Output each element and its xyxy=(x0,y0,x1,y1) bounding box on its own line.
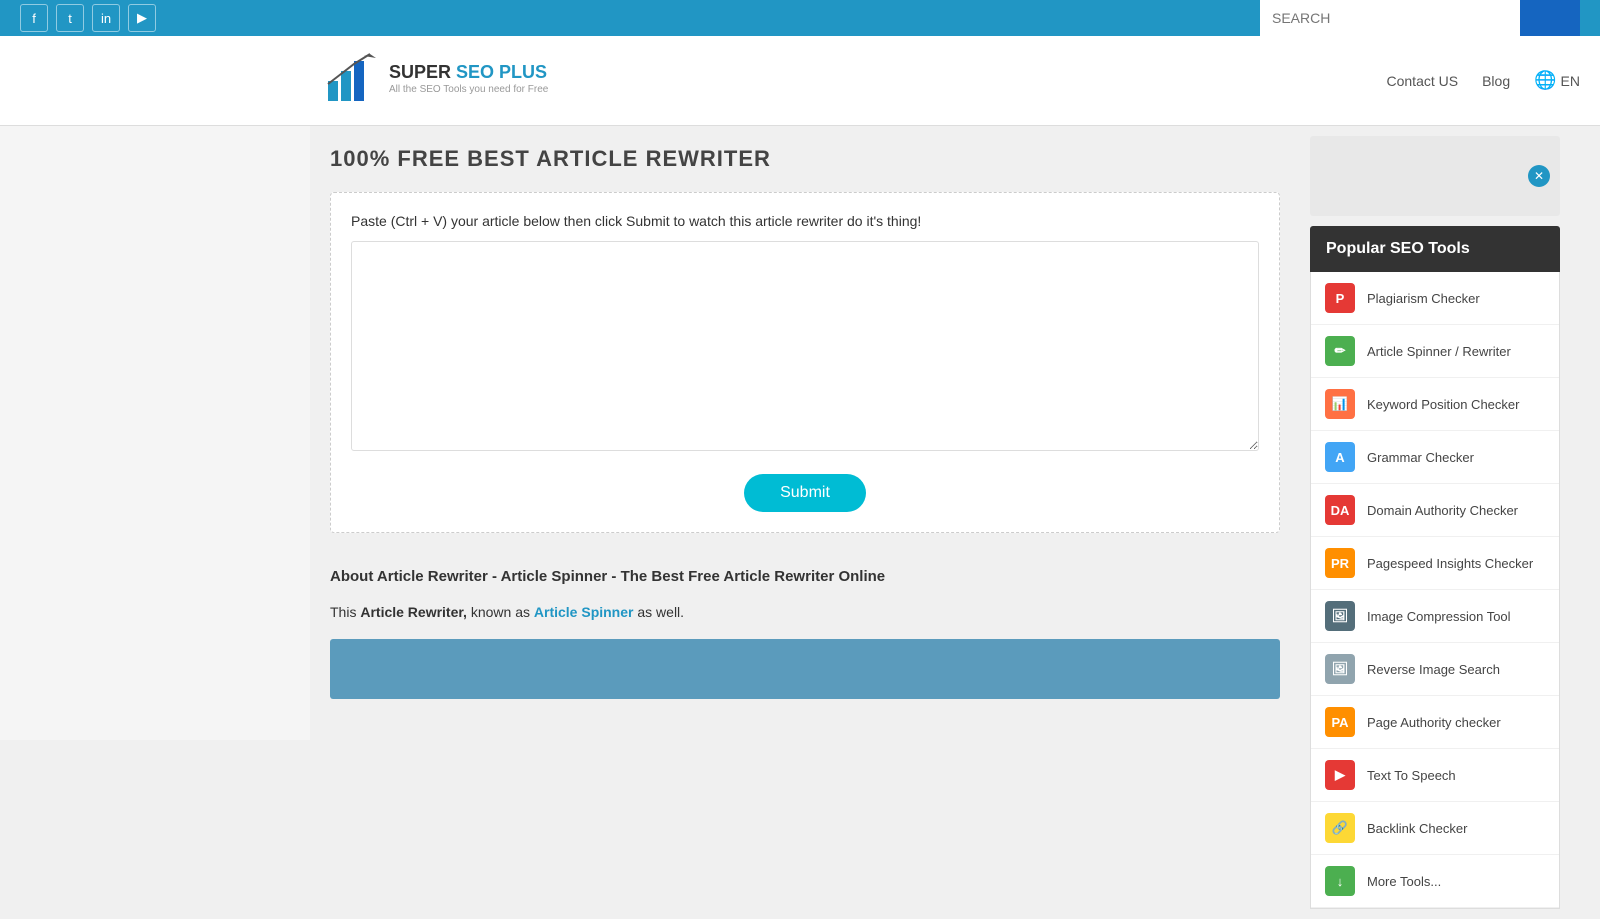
tool-name-label: Pagespeed Insights Checker xyxy=(1367,556,1533,571)
popular-seo-tools-header: Popular SEO Tools xyxy=(1310,226,1560,272)
tool-item[interactable]: PR Pagespeed Insights Checker xyxy=(1311,537,1559,590)
tool-item[interactable]: ▶ Text To Speech xyxy=(1311,749,1559,802)
tool-item[interactable]: 🖼 Image Compression Tool xyxy=(1311,590,1559,643)
about-section: About Article Rewriter - Article Spinner… xyxy=(330,565,1280,699)
tool-item[interactable]: P Plagiarism Checker xyxy=(1311,272,1559,325)
tool-icon: 🖼 xyxy=(1325,601,1355,631)
tool-item[interactable]: PA Page Authority checker xyxy=(1311,696,1559,749)
tool-item[interactable]: 🖼 Reverse Image Search xyxy=(1311,643,1559,696)
tool-icon: DA xyxy=(1325,495,1355,525)
social-icons: f t in ▶ xyxy=(20,4,156,32)
page-title: 100% FREE BEST ARTICLE REWRITER xyxy=(330,146,1280,172)
tool-icon: ✏ xyxy=(1325,336,1355,366)
tool-icon: A xyxy=(1325,442,1355,472)
contact-us-link[interactable]: Contact US xyxy=(1387,73,1459,89)
main-content: 100% FREE BEST ARTICLE REWRITER Paste (C… xyxy=(310,126,1300,919)
tool-name-label: Backlink Checker xyxy=(1367,821,1467,836)
logo-icon xyxy=(318,46,383,111)
tool-icon: P xyxy=(1325,283,1355,313)
tool-icon: 📊 xyxy=(1325,389,1355,419)
article-textarea[interactable] xyxy=(351,241,1259,451)
tool-icon: PR xyxy=(1325,548,1355,578)
tool-icon: 🖼 xyxy=(1325,654,1355,684)
tool-item[interactable]: ✏ Article Spinner / Rewriter xyxy=(1311,325,1559,378)
tool-name-label: Domain Authority Checker xyxy=(1367,503,1518,518)
tool-name-label: Page Authority checker xyxy=(1367,715,1501,730)
language-selector[interactable]: 🌐 EN xyxy=(1534,70,1580,91)
search-button[interactable] xyxy=(1520,0,1580,36)
logo-text: SUPER SEO PLUS All the SEO Tools you nee… xyxy=(389,62,548,95)
tool-item[interactable]: DA Domain Authority Checker xyxy=(1311,484,1559,537)
tool-icon: PA xyxy=(1325,707,1355,737)
tool-instruction: Paste (Ctrl + V) your article below then… xyxy=(351,213,1259,229)
tool-name-label: Text To Speech xyxy=(1367,768,1456,783)
header-nav: Contact US Blog 🌐 EN xyxy=(1387,70,1581,91)
tool-name-label: Article Spinner / Rewriter xyxy=(1367,344,1511,359)
tool-name-label: More Tools... xyxy=(1367,874,1441,889)
twitter-icon[interactable]: t xyxy=(56,4,84,32)
about-title: About Article Rewriter - Article Spinner… xyxy=(330,565,1280,589)
search-area xyxy=(1260,0,1580,36)
top-bar: f t in ▶ xyxy=(0,0,1600,36)
tool-item[interactable]: 📊 Keyword Position Checker xyxy=(1311,378,1559,431)
sidebar-tools-list: P Plagiarism Checker ✏ Article Spinner / Re… xyxy=(1310,272,1560,909)
blue-banner xyxy=(330,639,1280,699)
page-layout: 100% FREE BEST ARTICLE REWRITER Paste (C… xyxy=(310,126,1600,919)
tool-name-label: Reverse Image Search xyxy=(1367,662,1500,677)
sidebar: ✕ Popular SEO Tools P Plagiarism Checker ✏… xyxy=(1300,126,1560,919)
tool-item[interactable]: 🔗 Backlink Checker xyxy=(1311,802,1559,855)
blog-link[interactable]: Blog xyxy=(1482,73,1510,89)
youtube-icon[interactable]: ▶ xyxy=(128,4,156,32)
about-text: This Article Rewriter, known as Article … xyxy=(330,601,1280,623)
tool-name-label: Keyword Position Checker xyxy=(1367,397,1519,412)
tool-box: Paste (Ctrl + V) your article below then… xyxy=(330,192,1280,533)
tool-icon: ↓ xyxy=(1325,866,1355,896)
tool-item[interactable]: ↓ More Tools... xyxy=(1311,855,1559,908)
tool-icon: ▶ xyxy=(1325,760,1355,790)
tool-name-label: Plagiarism Checker xyxy=(1367,291,1480,306)
tool-item[interactable]: A Grammar Checker xyxy=(1311,431,1559,484)
tool-name-label: Image Compression Tool xyxy=(1367,609,1511,624)
ad-close-icon[interactable]: ✕ xyxy=(1528,165,1550,187)
linkedin-icon[interactable]: in xyxy=(92,4,120,32)
facebook-icon[interactable]: f xyxy=(20,4,48,32)
submit-button[interactable]: Submit xyxy=(744,474,866,512)
tool-name-label: Grammar Checker xyxy=(1367,450,1474,465)
logo[interactable]: SUPER SEO PLUS All the SEO Tools you nee… xyxy=(318,46,548,111)
search-input[interactable] xyxy=(1260,0,1520,36)
sidebar-ad: ✕ xyxy=(1310,136,1560,216)
tool-icon: 🔗 xyxy=(1325,813,1355,843)
